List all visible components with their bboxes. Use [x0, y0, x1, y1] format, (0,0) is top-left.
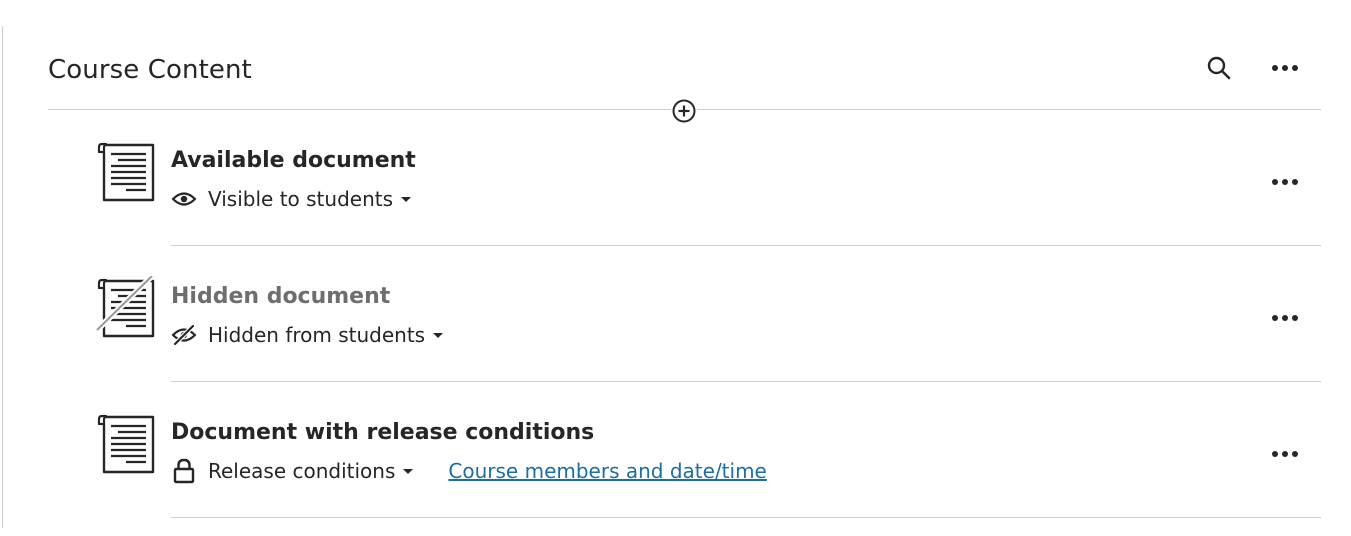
visibility-dropdown[interactable]: Visible to students	[171, 185, 411, 213]
item-status-row: Visible to students	[171, 183, 411, 215]
visibility-dropdown[interactable]: Hidden from students	[171, 321, 444, 349]
item-title[interactable]: Available document	[171, 144, 416, 178]
item-title[interactable]: Document with release conditions	[171, 416, 594, 450]
release-conditions-link[interactable]: Course members and date/time	[448, 457, 766, 485]
content-item-hidden-document: Hidden document Hidden from students	[96, 246, 1321, 382]
visibility-label: Visible to students	[208, 187, 393, 211]
search-icon	[1207, 56, 1231, 80]
document-hidden-icon	[96, 276, 155, 338]
caret-down-icon	[401, 197, 411, 202]
release-conditions-dropdown[interactable]: Release conditions	[171, 457, 414, 485]
page-title: Course Content	[48, 55, 252, 85]
item-more-options-button[interactable]	[1265, 434, 1305, 474]
header-more-options-button[interactable]	[1265, 48, 1305, 88]
release-conditions-label: Release conditions	[208, 459, 396, 483]
document-icon	[97, 142, 155, 202]
more-horizontal-icon	[1272, 65, 1298, 71]
left-border	[2, 26, 3, 528]
content-item-release-conditions-document: Document with release conditions Release…	[96, 382, 1321, 518]
caret-down-icon	[433, 333, 444, 338]
item-more-options-button[interactable]	[1265, 162, 1305, 202]
item-divider	[171, 517, 1321, 518]
item-title[interactable]: Hidden document	[171, 280, 390, 314]
eye-slash-icon	[171, 322, 197, 348]
more-horizontal-icon	[1272, 315, 1298, 321]
content-item-available-document: Available document Visible to students	[96, 110, 1321, 246]
more-horizontal-icon	[1272, 179, 1298, 185]
more-horizontal-icon	[1272, 451, 1298, 457]
caret-down-icon	[403, 469, 414, 474]
lock-icon	[171, 458, 197, 484]
document-icon	[97, 414, 155, 474]
eye-icon	[171, 186, 197, 212]
visibility-label: Hidden from students	[208, 323, 426, 347]
item-status-row: Hidden from students	[171, 319, 444, 351]
item-more-options-button[interactable]	[1265, 298, 1305, 338]
search-button[interactable]	[1199, 48, 1239, 88]
item-status-row: Release conditions Course members and da…	[171, 455, 767, 487]
